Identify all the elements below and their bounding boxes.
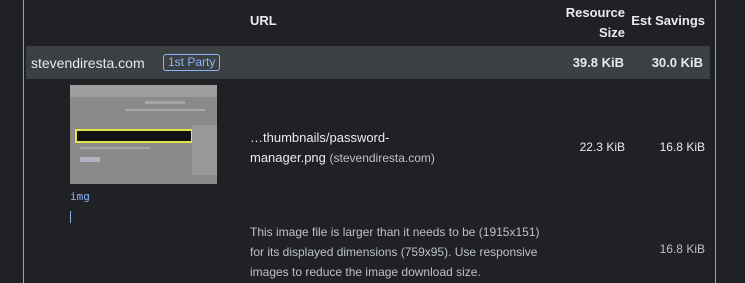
group-resource-size: 39.8 KiB [572, 55, 624, 70]
item-resource-size: 22.3 KiB [579, 140, 625, 154]
description-savings: 16.8 KiB [659, 242, 705, 256]
thumbnail-header-bar [70, 85, 217, 97]
image-thumbnail[interactable] [70, 85, 217, 184]
thumbnail-line [80, 147, 150, 149]
item-description: This image file is larger than it needs … [250, 225, 540, 279]
thumbnail-line [80, 157, 100, 162]
thumbnail-highlight-box [75, 129, 193, 143]
item-est-savings: 16.8 KiB [659, 140, 705, 154]
table-header: URL Resource Size Est Savings [0, 0, 745, 45]
thumbnail-line [125, 109, 205, 111]
thumbnail-sidebar [192, 125, 217, 175]
text-caret [70, 211, 71, 223]
header-url: URL [250, 13, 277, 28]
item-url[interactable]: …thumbnails/password-manager.png (steven… [250, 128, 450, 168]
group-row[interactable]: stevendiresta.com 1st Party 39.8 KiB 30.… [26, 46, 710, 79]
party-badge: 1st Party [163, 54, 221, 71]
group-host: stevendiresta.com [31, 55, 145, 71]
group-est-savings: 30.0 KiB [651, 55, 703, 70]
item-origin: (stevendiresta.com) [329, 151, 435, 165]
node-tag[interactable]: img [70, 190, 90, 203]
header-est-savings: Est Savings [631, 13, 705, 28]
header-resource-size: Resource Size [565, 5, 625, 40]
thumbnail-line [145, 101, 185, 104]
